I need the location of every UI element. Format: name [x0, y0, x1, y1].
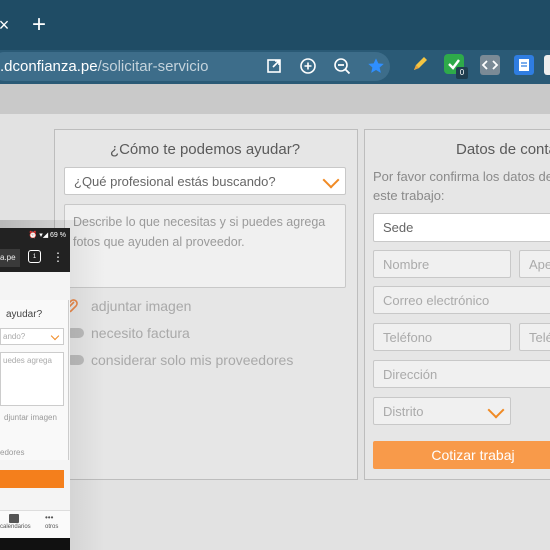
more-icon[interactable]: ••• [45, 514, 53, 522]
professional-select[interactable]: ¿Qué profesional estás buscando? [64, 167, 346, 195]
phone-description-textarea[interactable]: uedes agrega [0, 352, 64, 406]
phone-menu-icon[interactable]: ⋮ [52, 248, 64, 266]
phone-professional-select[interactable]: ando? [0, 328, 64, 345]
invoice-label: necesito factura [91, 325, 190, 341]
quote-job-button[interactable]: Cotizar trabaj [373, 441, 550, 469]
phone-screenshot: ⏰ ▾◢ 69 % a.pe 1 ⋮ ayudar? ando? uedes a… [0, 228, 70, 550]
phone-nav-others[interactable]: otros [45, 524, 58, 530]
contact-card-title: Datos de conta [456, 141, 550, 158]
phone2-field[interactable]: Telé [519, 323, 550, 351]
phone-tabs-icon[interactable]: 1 [28, 250, 41, 263]
address-url[interactable]: .dconfianza.pe/solicitar-servicio [0, 57, 208, 77]
zoom-in-icon[interactable] [298, 56, 318, 76]
chevron-down-icon [322, 171, 340, 189]
phone-status-bar: ⏰ ▾◢ 69 % [0, 228, 70, 244]
district-select-value: Distrito [383, 403, 424, 419]
url-path: /solicitar-servicio [97, 58, 209, 75]
address-field[interactable]: Dirección [373, 360, 550, 388]
phone-select-value: ando? [3, 332, 26, 341]
chevron-down-icon [50, 331, 60, 341]
phone-system-bar [0, 538, 70, 550]
site-header-strip [0, 84, 550, 114]
professional-select-value: ¿Qué profesional estás buscando? [74, 173, 276, 189]
apellido-field[interactable]: Apel [519, 250, 550, 278]
providers-label: considerar solo mis proveedores [91, 352, 294, 368]
email-field[interactable]: Correo electrónico [373, 286, 550, 314]
browser-tab-strip [0, 0, 550, 50]
description-textarea[interactable]: Describe lo que necesitas y si puedes ag… [64, 204, 346, 288]
translate-extension-icon[interactable] [544, 55, 550, 75]
extension-badge: 0 [456, 67, 468, 79]
phone-attach-image[interactable]: djuntar imagen [4, 413, 57, 422]
pencil-extension-icon[interactable] [410, 54, 430, 74]
phone-url[interactable]: a.pe [0, 249, 20, 267]
document-extension-icon[interactable] [514, 55, 534, 75]
nombre-field[interactable]: Nombre [373, 250, 511, 278]
contact-instructions: Por favor confirma los datos de este tra… [373, 169, 550, 203]
phone-field[interactable]: Teléfono [373, 323, 511, 351]
chevron-down-icon [487, 401, 505, 419]
code-extension-icon[interactable] [480, 55, 500, 75]
phone-quote-button[interactable] [0, 470, 64, 488]
district-select[interactable]: Distrito [373, 397, 511, 425]
zoom-out-icon[interactable] [332, 56, 352, 76]
open-in-new-window-icon[interactable] [264, 56, 284, 76]
bookmark-star-icon[interactable] [366, 56, 386, 76]
phone-card-title: ayudar? [6, 309, 43, 320]
phone-providers-label: edores [0, 448, 25, 457]
attach-image-link[interactable]: adjuntar imagen [91, 298, 191, 314]
help-card-title: ¿Cómo te podemos ayudar? [109, 141, 301, 158]
tab-close-icon[interactable]: × [0, 13, 12, 37]
phone-nav-calendar[interactable]: calendarios [0, 524, 31, 530]
url-host: .dconfianza.pe [0, 58, 98, 75]
new-tab-button[interactable]: + [26, 12, 52, 38]
sede-select[interactable]: Sede [373, 213, 550, 242]
calendar-icon[interactable] [9, 514, 19, 523]
